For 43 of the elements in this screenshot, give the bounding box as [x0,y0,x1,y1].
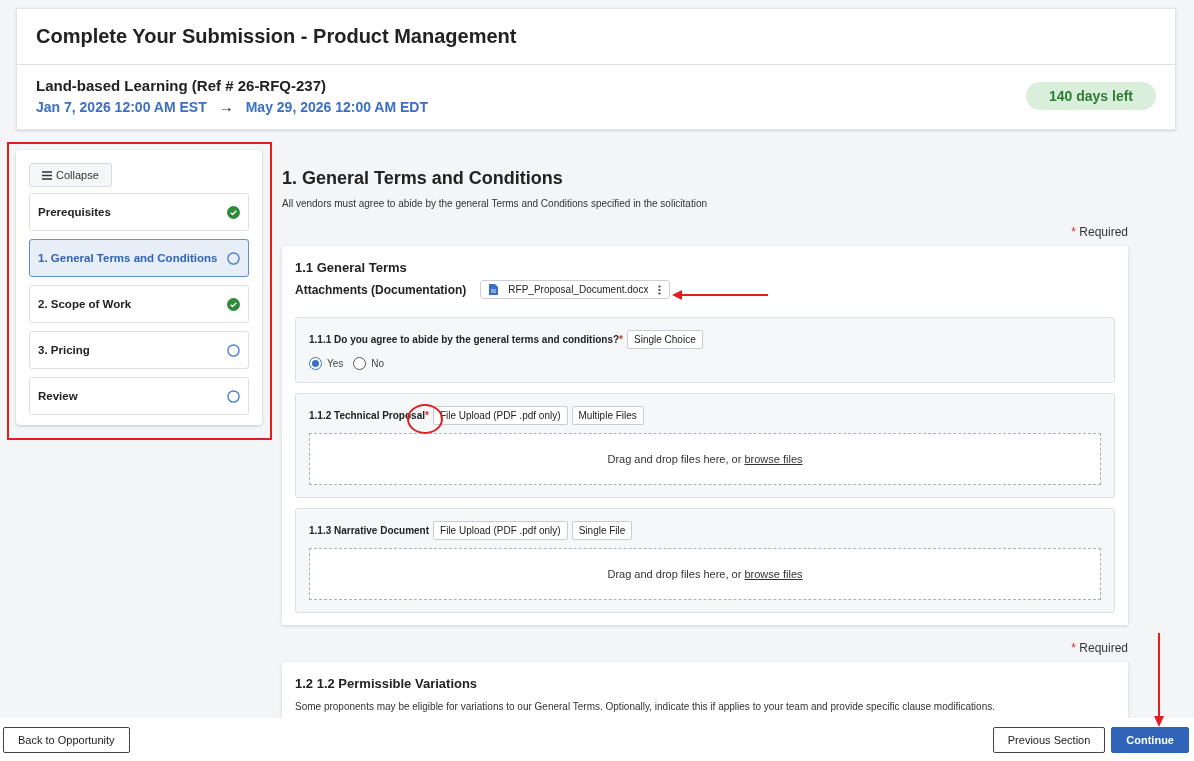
question-type-tag: File Upload (PDF .pdf only) [433,521,568,540]
card-title: 1.1 General Terms [295,260,408,275]
opportunity-title: Land-based Learning (Ref # 26-RFQ-237) [36,77,328,94]
page-title: Complete Your Submission - Product Management [36,25,517,48]
start-date: Jan 7, 2026 12:00 AM EST [36,98,207,115]
question-label: 1.1.3 Narrative Document [309,525,430,536]
sidebar-item[interactable]: Review [29,377,249,415]
card-title: 1.2 1.2 Permissible Variations [295,676,479,691]
document-icon [489,284,499,295]
attachments-label: Attachments (Documentation) [295,282,467,297]
days-left-badge: 140 days left [1025,82,1156,110]
radio-option[interactable]: Yes [309,357,344,370]
previous-section-button[interactable]: Previous Section [992,726,1106,753]
drop-zone-text: Drag and drop files here, or browse files [607,568,803,580]
card-description: Some proponents may be eligible for variations to our General Terms. Optionally, indicate this if applies to your team and provide specific clause modifications. [295,701,996,712]
more-icon [658,284,662,295]
sidebar-item[interactable]: Prerequisites [29,193,249,231]
question-type-tag: Single File [571,521,633,540]
section-title: 1. General Terms and Conditions [282,168,564,189]
required-note: * Required [1071,225,1128,239]
arrow: → [218,98,234,115]
section-description: All vendors must agree to abide by the general Terms and Conditions specified in the solicitation [282,198,709,209]
required-note: * Required [1071,641,1128,655]
drop-zone[interactable]: Drag and drop files here, or browse files [309,433,1101,485]
sidebar-item[interactable]: 3. Pricing [29,331,249,369]
sidebar-item[interactable]: 2. Scope of Work [29,285,249,323]
sidebar-item[interactable]: 1. General Terms and Conditions [29,239,249,277]
radio-option[interactable]: No [353,357,385,370]
question-label: 1.1.1 Do you agree to abide by the general terms and conditions?* [309,334,623,345]
menu-icon [42,170,52,180]
browse-files-link[interactable]: browse files [744,568,803,580]
end-date: May 29, 2026 12:00 AM EDT [245,98,429,115]
radio-button[interactable] [353,357,367,370]
question-type-tag: Multiple Files [571,406,644,425]
attachment-chip[interactable]: RFP_Proposal_Document.docx [480,280,671,299]
continue-button[interactable]: Continue [1111,726,1189,753]
drop-zone-text: Drag and drop files here, or browse files [607,453,803,465]
question-type-tag: Single Choice [627,330,703,349]
drop-zone[interactable]: Drag and drop files here, or browse files [309,548,1101,600]
radio-button[interactable] [309,357,322,370]
back-button[interactable]: Back to Opportunity [3,726,130,753]
collapse-button[interactable]: Collapse [29,163,112,187]
browse-files-link[interactable]: browse files [744,453,803,465]
